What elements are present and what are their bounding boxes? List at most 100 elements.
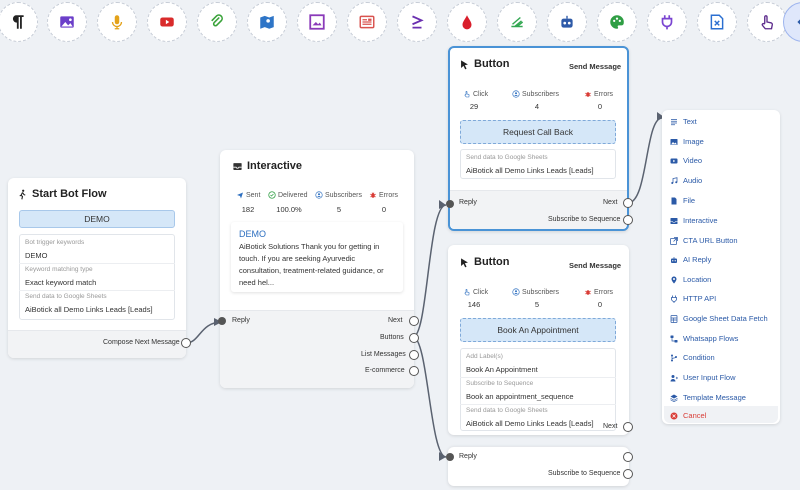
subscribers-stat: Subscribers bbox=[512, 288, 559, 296]
map-pin-icon bbox=[671, 276, 677, 283]
excel-icon[interactable] bbox=[697, 2, 737, 42]
sequence-label: Subscribe to Sequence bbox=[466, 380, 534, 387]
menu-item-audio[interactable]: Audio bbox=[670, 176, 702, 185]
text-lines-icon bbox=[671, 118, 677, 125]
list-messages-port[interactable] bbox=[409, 350, 419, 360]
click-stat: Click bbox=[463, 288, 488, 296]
sheets-value: AiBotick all Demo Links Leads [Leads] bbox=[466, 419, 594, 428]
start-node-title: Start Bot Flow bbox=[17, 188, 107, 200]
menu-item-text[interactable]: Text bbox=[670, 117, 697, 126]
menu-item-video[interactable]: Video bbox=[670, 156, 702, 165]
bug-icon bbox=[584, 92, 592, 97]
subscribe-label: Subscribe to Sequence bbox=[548, 216, 621, 223]
image-icon[interactable] bbox=[47, 2, 87, 42]
sent-value: 182 bbox=[241, 205, 255, 214]
menu-item-ai-reply[interactable]: AI Reply bbox=[670, 255, 711, 264]
layers-icon bbox=[670, 394, 678, 402]
errors-value: 0 bbox=[597, 300, 603, 309]
menu-item-user-input-flow[interactable]: User Input Flow bbox=[670, 373, 736, 382]
plug-icon[interactable] bbox=[647, 2, 687, 42]
sent-stat: Sent bbox=[236, 191, 260, 199]
divider bbox=[460, 404, 616, 405]
buttons-label: Buttons bbox=[380, 334, 404, 341]
compose-next-port[interactable] bbox=[181, 338, 191, 348]
next-label: Next bbox=[603, 199, 618, 206]
next-port[interactable] bbox=[409, 316, 419, 326]
reply-label: Reply bbox=[232, 317, 250, 324]
menu-item-google-sheet-data-fetch[interactable]: Google Sheet Data Fetch bbox=[670, 314, 768, 323]
reply-label: Reply bbox=[459, 453, 477, 460]
check-circle-icon bbox=[268, 191, 276, 199]
ecommerce-label: E-commerce bbox=[365, 367, 405, 374]
palette-icon[interactable] bbox=[597, 2, 637, 42]
map-icon[interactable] bbox=[247, 2, 287, 42]
sheets-label: Send data to Google Sheets bbox=[466, 407, 548, 414]
menu-item-http-api[interactable]: HTTP API bbox=[670, 294, 716, 303]
interactive-node-title: Interactive bbox=[232, 160, 302, 172]
compose-next-label: Compose Next Message bbox=[103, 339, 180, 346]
menu-item-image[interactable]: Image bbox=[670, 137, 704, 146]
send-icon bbox=[237, 192, 243, 199]
reply-in-port[interactable] bbox=[446, 453, 454, 461]
errors-value: 0 bbox=[597, 102, 603, 111]
newspaper-icon[interactable] bbox=[347, 2, 387, 42]
menu-item-cta-url-button[interactable]: CTA URL Button bbox=[670, 236, 738, 245]
pointer-hand-icon[interactable] bbox=[747, 2, 787, 42]
menu-item-whatsapp-flows[interactable]: Whatsapp Flows bbox=[670, 334, 738, 343]
menu-item-cancel[interactable]: Cancel bbox=[670, 411, 706, 420]
demo-button[interactable]: DEMO bbox=[19, 210, 175, 228]
next-port[interactable] bbox=[623, 198, 633, 208]
branch-icon bbox=[671, 354, 677, 361]
reply-label: Reply bbox=[459, 199, 477, 206]
greater-equal-icon[interactable] bbox=[397, 2, 437, 42]
menu-item-template-message[interactable]: Template Message bbox=[670, 393, 746, 402]
subscribe-port[interactable] bbox=[623, 469, 633, 479]
walking-person-icon bbox=[19, 189, 26, 199]
divider bbox=[19, 263, 175, 264]
cursor-icon bbox=[461, 59, 468, 69]
droplet-icon[interactable] bbox=[447, 2, 487, 42]
next-port[interactable] bbox=[623, 422, 633, 432]
spreadsheet-icon bbox=[670, 314, 678, 323]
microphone-icon[interactable] bbox=[97, 2, 137, 42]
request-call-back-button[interactable]: Request Call Back bbox=[460, 120, 616, 144]
inbox-icon bbox=[233, 162, 242, 170]
sequence-value: Book an appointment_sequence bbox=[466, 392, 574, 401]
video-icon[interactable] bbox=[147, 2, 187, 42]
bug-icon bbox=[584, 290, 592, 295]
image-icon bbox=[670, 138, 678, 145]
menu-item-condition[interactable]: Condition bbox=[670, 353, 715, 362]
subscribers-value: 5 bbox=[336, 205, 342, 214]
media-frame-icon[interactable] bbox=[297, 2, 337, 42]
plug-icon bbox=[671, 295, 677, 303]
button1-footer bbox=[450, 190, 627, 229]
reply-port[interactable] bbox=[623, 452, 633, 462]
match-value: Exact keyword match bbox=[25, 278, 97, 287]
subscribers-stat: Subscribers bbox=[315, 191, 362, 199]
menu-item-location[interactable]: Location bbox=[670, 275, 711, 284]
ecommerce-port[interactable] bbox=[409, 366, 419, 376]
paperclip-icon[interactable] bbox=[197, 2, 237, 42]
next-label: Next bbox=[388, 317, 403, 324]
menu-item-interactive[interactable]: Interactive bbox=[670, 216, 718, 225]
demo-header: DEMO bbox=[239, 229, 266, 239]
sheets-label: Send data to Google Sheets bbox=[466, 154, 548, 161]
subscribe-port[interactable] bbox=[623, 215, 633, 225]
book-appointment-button[interactable]: Book An Appointment bbox=[460, 318, 616, 342]
reply-in-port[interactable] bbox=[446, 200, 454, 208]
reply-in-port[interactable] bbox=[218, 317, 226, 325]
buttons-port[interactable] bbox=[409, 333, 419, 343]
click-value: 29 bbox=[469, 102, 479, 111]
delivered-stat: Delivered bbox=[268, 191, 308, 199]
inbox-icon bbox=[670, 217, 678, 224]
user-flow-icon bbox=[670, 374, 678, 381]
user-circle-icon bbox=[315, 191, 323, 199]
flow-icon bbox=[670, 335, 678, 342]
api-hook-icon[interactable] bbox=[497, 2, 537, 42]
robot-icon[interactable] bbox=[547, 2, 587, 42]
file-icon bbox=[671, 197, 677, 204]
errors-value: 0 bbox=[381, 205, 387, 214]
menu-item-file[interactable]: File bbox=[670, 196, 695, 205]
tap-icon bbox=[464, 90, 470, 98]
delivered-value: 100.0% bbox=[276, 205, 302, 214]
